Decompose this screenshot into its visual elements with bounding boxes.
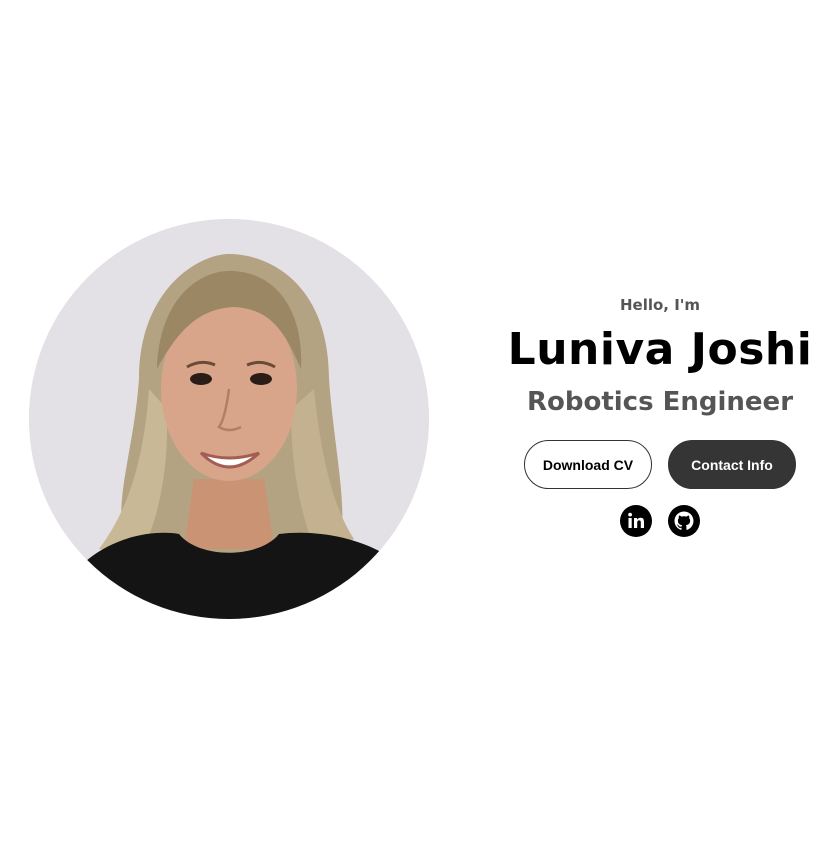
profile-section: Hello, I'm Luniva Joshi Robotics Enginee…: [0, 0, 840, 844]
portrait-illustration: [29, 219, 429, 619]
linkedin-icon[interactable]: [620, 505, 652, 537]
job-title: Robotics Engineer: [526, 387, 794, 417]
profile-picture: [29, 219, 429, 619]
download-cv-button[interactable]: Download CV: [524, 440, 652, 489]
intro-text: Hello, I'm Luniva Joshi Robotics Enginee…: [480, 290, 840, 537]
button-row: Download CV Contact Info: [480, 440, 840, 489]
profile-name: Luniva Joshi: [507, 324, 813, 375]
github-icon[interactable]: [668, 505, 700, 537]
social-links: [480, 505, 840, 537]
contact-info-button[interactable]: Contact Info: [668, 440, 796, 489]
greeting-text: Hello, I'm: [619, 296, 701, 314]
